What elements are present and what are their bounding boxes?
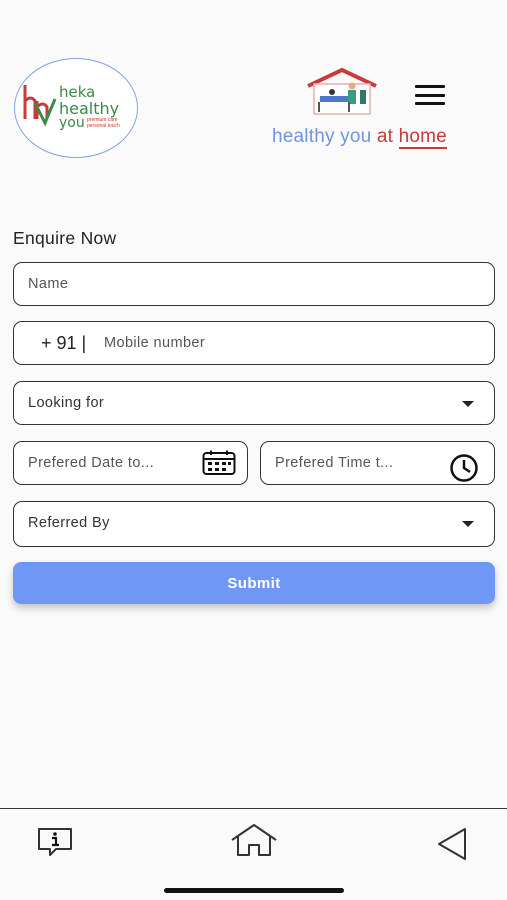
bottom-navigation-bar — [0, 808, 507, 900]
preferred-date-input[interactable]: Prefered Date to... — [13, 441, 248, 485]
logo-text-you: you — [59, 115, 85, 131]
referred-by-placeholder: Referred By — [28, 515, 110, 531]
tagline-part1: healthy you — [272, 126, 377, 147]
back-triangle-icon[interactable] — [436, 827, 468, 861]
chevron-down-icon — [462, 401, 474, 407]
home-indicator[interactable] — [164, 888, 344, 893]
tagline-part2: at — [376, 126, 399, 147]
looking-for-placeholder: Looking for — [28, 395, 105, 411]
hamburger-menu-button[interactable] — [412, 82, 448, 108]
logo-tagline: premium care personal touch — [87, 117, 120, 129]
mobile-number-placeholder: Mobile number — [104, 335, 206, 351]
menu-line — [415, 85, 445, 88]
name-placeholder: Name — [28, 276, 69, 292]
home-icon[interactable] — [230, 823, 278, 857]
submit-button[interactable]: Submit — [13, 562, 495, 604]
logo-mark-icon — [23, 85, 57, 127]
referred-by-select[interactable]: Referred By — [13, 501, 495, 547]
tagline-part3: home — [398, 126, 447, 149]
info-chat-icon[interactable] — [36, 827, 74, 857]
preferred-time-input[interactable]: Prefered Time t... — [260, 441, 495, 485]
preferred-date-placeholder: Prefered Date to... — [28, 455, 155, 471]
country-code-prefix: + 91 | — [41, 333, 87, 353]
clock-icon[interactable] — [449, 453, 479, 483]
menu-line — [415, 102, 445, 105]
mobile-number-input[interactable]: + 91 | Mobile number — [13, 321, 495, 365]
home-care-illustration-icon — [307, 67, 377, 115]
preferred-time-placeholder: Prefered Time t... — [275, 455, 394, 471]
name-input[interactable]: Name — [13, 262, 495, 306]
menu-line — [415, 93, 445, 97]
form-title: Enquire Now — [13, 228, 117, 248]
brand-logo: heka healthy you premium care personal t… — [14, 58, 138, 158]
header-tagline: healthy you at home — [272, 126, 447, 149]
looking-for-select[interactable]: Looking for — [13, 381, 495, 425]
chevron-down-icon — [462, 521, 474, 527]
calendar-icon[interactable] — [202, 450, 236, 476]
